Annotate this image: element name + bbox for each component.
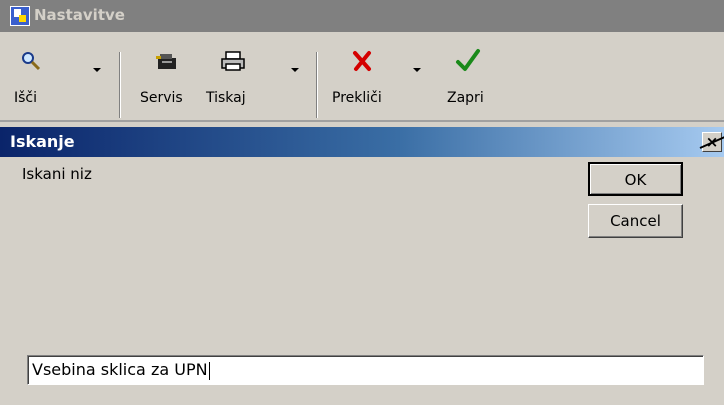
search-icon [22, 52, 41, 71]
checkmark-icon [456, 49, 480, 71]
dialog-titlebar: Iskanje × [0, 127, 724, 157]
cancel-button[interactable]: Cancel [588, 204, 683, 238]
toolbar [0, 32, 724, 122]
search-input-value: Vsebina sklica za UPN [32, 360, 208, 379]
search-prompt-label: Iskani niz [22, 165, 92, 183]
toolbar-separator [316, 52, 318, 118]
ok-button[interactable]: OK [588, 162, 683, 196]
app-icon [10, 6, 30, 26]
cancel-x-icon [353, 51, 371, 71]
app-title: Nastavitve [34, 6, 125, 24]
service-label: Servis [140, 90, 183, 106]
cancel-tool-label: Prekliči [332, 90, 382, 106]
dialog-title: Iskanje [10, 132, 75, 151]
close-tool-label: Zapri [447, 90, 484, 106]
search-dialog: Iskanje × Iskani niz OK Cancel Vsebina s… [0, 127, 724, 405]
text-caret [208, 361, 210, 380]
service-icon [156, 54, 176, 69]
search-dropdown-arrow[interactable] [93, 68, 101, 72]
print-icon [221, 51, 245, 71]
toolbar-separator [119, 52, 121, 118]
print-dropdown-arrow[interactable] [291, 68, 299, 72]
print-label: Tiskaj [206, 90, 246, 106]
search-label: Išči [14, 90, 38, 106]
search-input[interactable]: Vsebina sklica za UPN [27, 355, 704, 385]
app-titlebar: Nastavitve [0, 0, 724, 32]
cancel-dropdown-arrow[interactable] [413, 68, 421, 72]
